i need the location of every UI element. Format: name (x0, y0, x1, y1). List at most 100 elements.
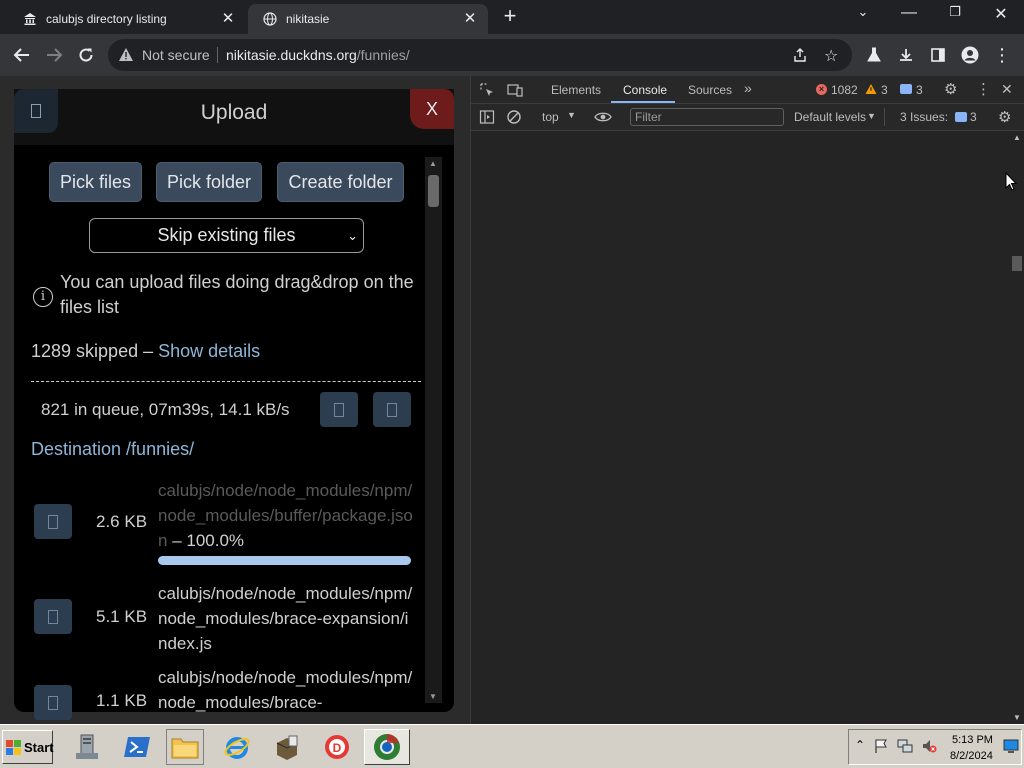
file-cancel-button[interactable] (34, 685, 72, 720)
start-button[interactable]: Start (2, 730, 54, 764)
pause-queue-button[interactable] (320, 392, 358, 427)
devtools-menu-kebab-icon[interactable]: ⋮ (976, 80, 991, 98)
new-tab-button[interactable]: + (498, 5, 522, 29)
volume-muted-icon[interactable] (921, 738, 937, 759)
more-tabs-chevron-icon[interactable]: » (744, 80, 752, 96)
scroll-up-arrow-icon[interactable]: ▲ (1013, 133, 1021, 142)
close-tab-icon[interactable]: ✕ (462, 11, 478, 27)
tab-nikitasie[interactable]: nikitasie ✕ (248, 4, 488, 34)
windows-logo-icon (6, 739, 21, 755)
modal-scrollbar[interactable]: ▲ ▼ (425, 157, 442, 703)
bookmark-star-icon[interactable]: ☆ (824, 46, 838, 66)
clock-date[interactable]: 8/2/2024 (950, 750, 993, 762)
side-panel-icon[interactable] (926, 43, 950, 67)
chevron-down-icon: ⌄ (347, 228, 358, 243)
not-secure-label[interactable]: Not secure (142, 47, 210, 63)
file-size: 5.1 KB (96, 607, 148, 626)
show-desktop-icon[interactable] (1003, 738, 1019, 759)
scroll-up-arrow-icon[interactable]: ▲ (429, 159, 437, 168)
file-size: 2.6 KB (96, 512, 148, 531)
back-button[interactable] (10, 43, 34, 67)
download-icon[interactable] (894, 43, 918, 67)
tab-console[interactable]: Console (623, 83, 667, 97)
caret-down-icon: ▼ (567, 110, 576, 120)
console-settings-gear-icon[interactable]: ⚙ (998, 108, 1011, 126)
tab-elements[interactable]: Elements (551, 83, 601, 97)
share-icon[interactable] (792, 47, 808, 68)
scroll-down-arrow-icon[interactable]: ▼ (1013, 713, 1021, 722)
placeholder-glyph-icon (48, 514, 58, 529)
console-toolbar: top ▼ Filter Default levels ▼ 3 Issues: … (471, 104, 1024, 131)
message-count[interactable]: 3 (916, 83, 923, 97)
menu-kebab-icon[interactable]: ⋮ (990, 43, 1014, 67)
pick-folder-button[interactable]: Pick folder (156, 162, 262, 202)
tab-sources[interactable]: Sources (688, 83, 732, 97)
close-tab-icon[interactable]: ✕ (220, 11, 236, 27)
network-icon[interactable] (897, 738, 913, 759)
error-count[interactable]: 1082 (831, 83, 858, 97)
warning-icon[interactable] (118, 47, 134, 67)
tab-search-icon[interactable]: ⌄ (848, 4, 878, 26)
create-folder-button[interactable]: Create folder (277, 162, 404, 202)
address-bar[interactable]: Not secure nikitasie.duckdns.org/funnies… (108, 39, 852, 71)
settings-gear-icon[interactable]: ⚙ (944, 80, 957, 98)
chrome-taskbar-icon[interactable] (364, 729, 410, 765)
app-red-d-icon[interactable]: D (318, 729, 356, 765)
issues-count[interactable]: 3 (970, 110, 977, 124)
clock-time[interactable]: 5:13 PM (952, 734, 993, 746)
destination-link[interactable]: Destination /funnies/ (31, 439, 194, 460)
browser-tab-strip: calubjs directory listing ✕ nikitasie ✕ … (0, 0, 1024, 34)
message-icon (900, 84, 912, 94)
tab-directory-listing[interactable]: calubjs directory listing ✕ (8, 4, 246, 34)
action-center-flag-icon[interactable] (873, 738, 889, 759)
restore-button[interactable]: ❐ (940, 4, 970, 26)
url-text[interactable]: nikitasie.duckdns.org/funnies/ (226, 47, 410, 63)
powershell-icon[interactable] (118, 729, 156, 765)
live-expression-eye-icon[interactable] (594, 109, 612, 130)
context-select[interactable]: top (542, 110, 559, 124)
clear-console-icon[interactable] (506, 109, 522, 130)
info-icon: i (33, 287, 53, 307)
warning-count[interactable]: 3 (881, 83, 888, 97)
show-hidden-icons-chevron-icon[interactable]: ⌃ (855, 738, 865, 752)
browser-toolbar: Not secure nikitasie.duckdns.org/funnies… (0, 34, 1024, 76)
drag-drop-hint: You can upload files doing drag&drop on … (60, 272, 414, 317)
file-cancel-button[interactable] (34, 599, 72, 634)
show-details-link[interactable]: Show details (158, 341, 260, 361)
sidebar-toggle-icon[interactable] (479, 109, 495, 130)
url-host: nikitasie.duckdns.org (226, 47, 357, 63)
installer-package-icon[interactable] (268, 729, 306, 765)
close-devtools-icon[interactable]: ✕ (1001, 81, 1013, 98)
clear-queue-button[interactable] (373, 392, 411, 427)
inspect-element-icon[interactable] (479, 82, 495, 103)
server-manager-icon[interactable] (68, 729, 106, 765)
page-viewport: Upload X Pick files Pick folder Create f… (0, 76, 470, 724)
divider (217, 47, 218, 63)
issues-label[interactable]: 3 Issues: (900, 110, 948, 124)
url-path: /funnies/ (356, 47, 410, 63)
console-scrollbar[interactable]: ▲ ▼ (1010, 131, 1024, 724)
placeholder-glyph-icon (334, 402, 344, 417)
file-explorer-icon[interactable] (166, 729, 204, 765)
internet-explorer-icon[interactable] (218, 729, 256, 765)
file-cancel-button[interactable] (34, 504, 72, 539)
console-filter-input[interactable]: Filter (630, 108, 784, 126)
active-tab-indicator (611, 101, 675, 103)
pick-files-button[interactable]: Pick files (49, 162, 142, 202)
modal-close-button[interactable]: X (410, 89, 454, 129)
scrollbar-thumb[interactable] (1012, 256, 1022, 271)
file-name: calubjs/node/node_modules/npm/node_modul… (158, 584, 413, 653)
upload-mode-value: Skip existing files (157, 225, 296, 245)
scrollbar-thumb[interactable] (428, 175, 439, 207)
device-toolbar-icon[interactable] (507, 82, 523, 103)
minimize-button[interactable]: — (894, 4, 924, 26)
scroll-down-arrow-icon[interactable]: ▼ (429, 692, 437, 701)
close-window-button[interactable]: ✕ (986, 4, 1016, 26)
profile-avatar-icon[interactable] (958, 43, 982, 67)
forward-button[interactable] (42, 43, 66, 67)
log-levels-dropdown[interactable]: Default levels (794, 110, 866, 124)
reload-button[interactable] (74, 43, 98, 67)
labs-flask-icon[interactable] (862, 43, 886, 67)
mouse-cursor-icon (1005, 171, 1018, 197)
upload-mode-select[interactable]: Skip existing files ⌄ (89, 218, 364, 253)
